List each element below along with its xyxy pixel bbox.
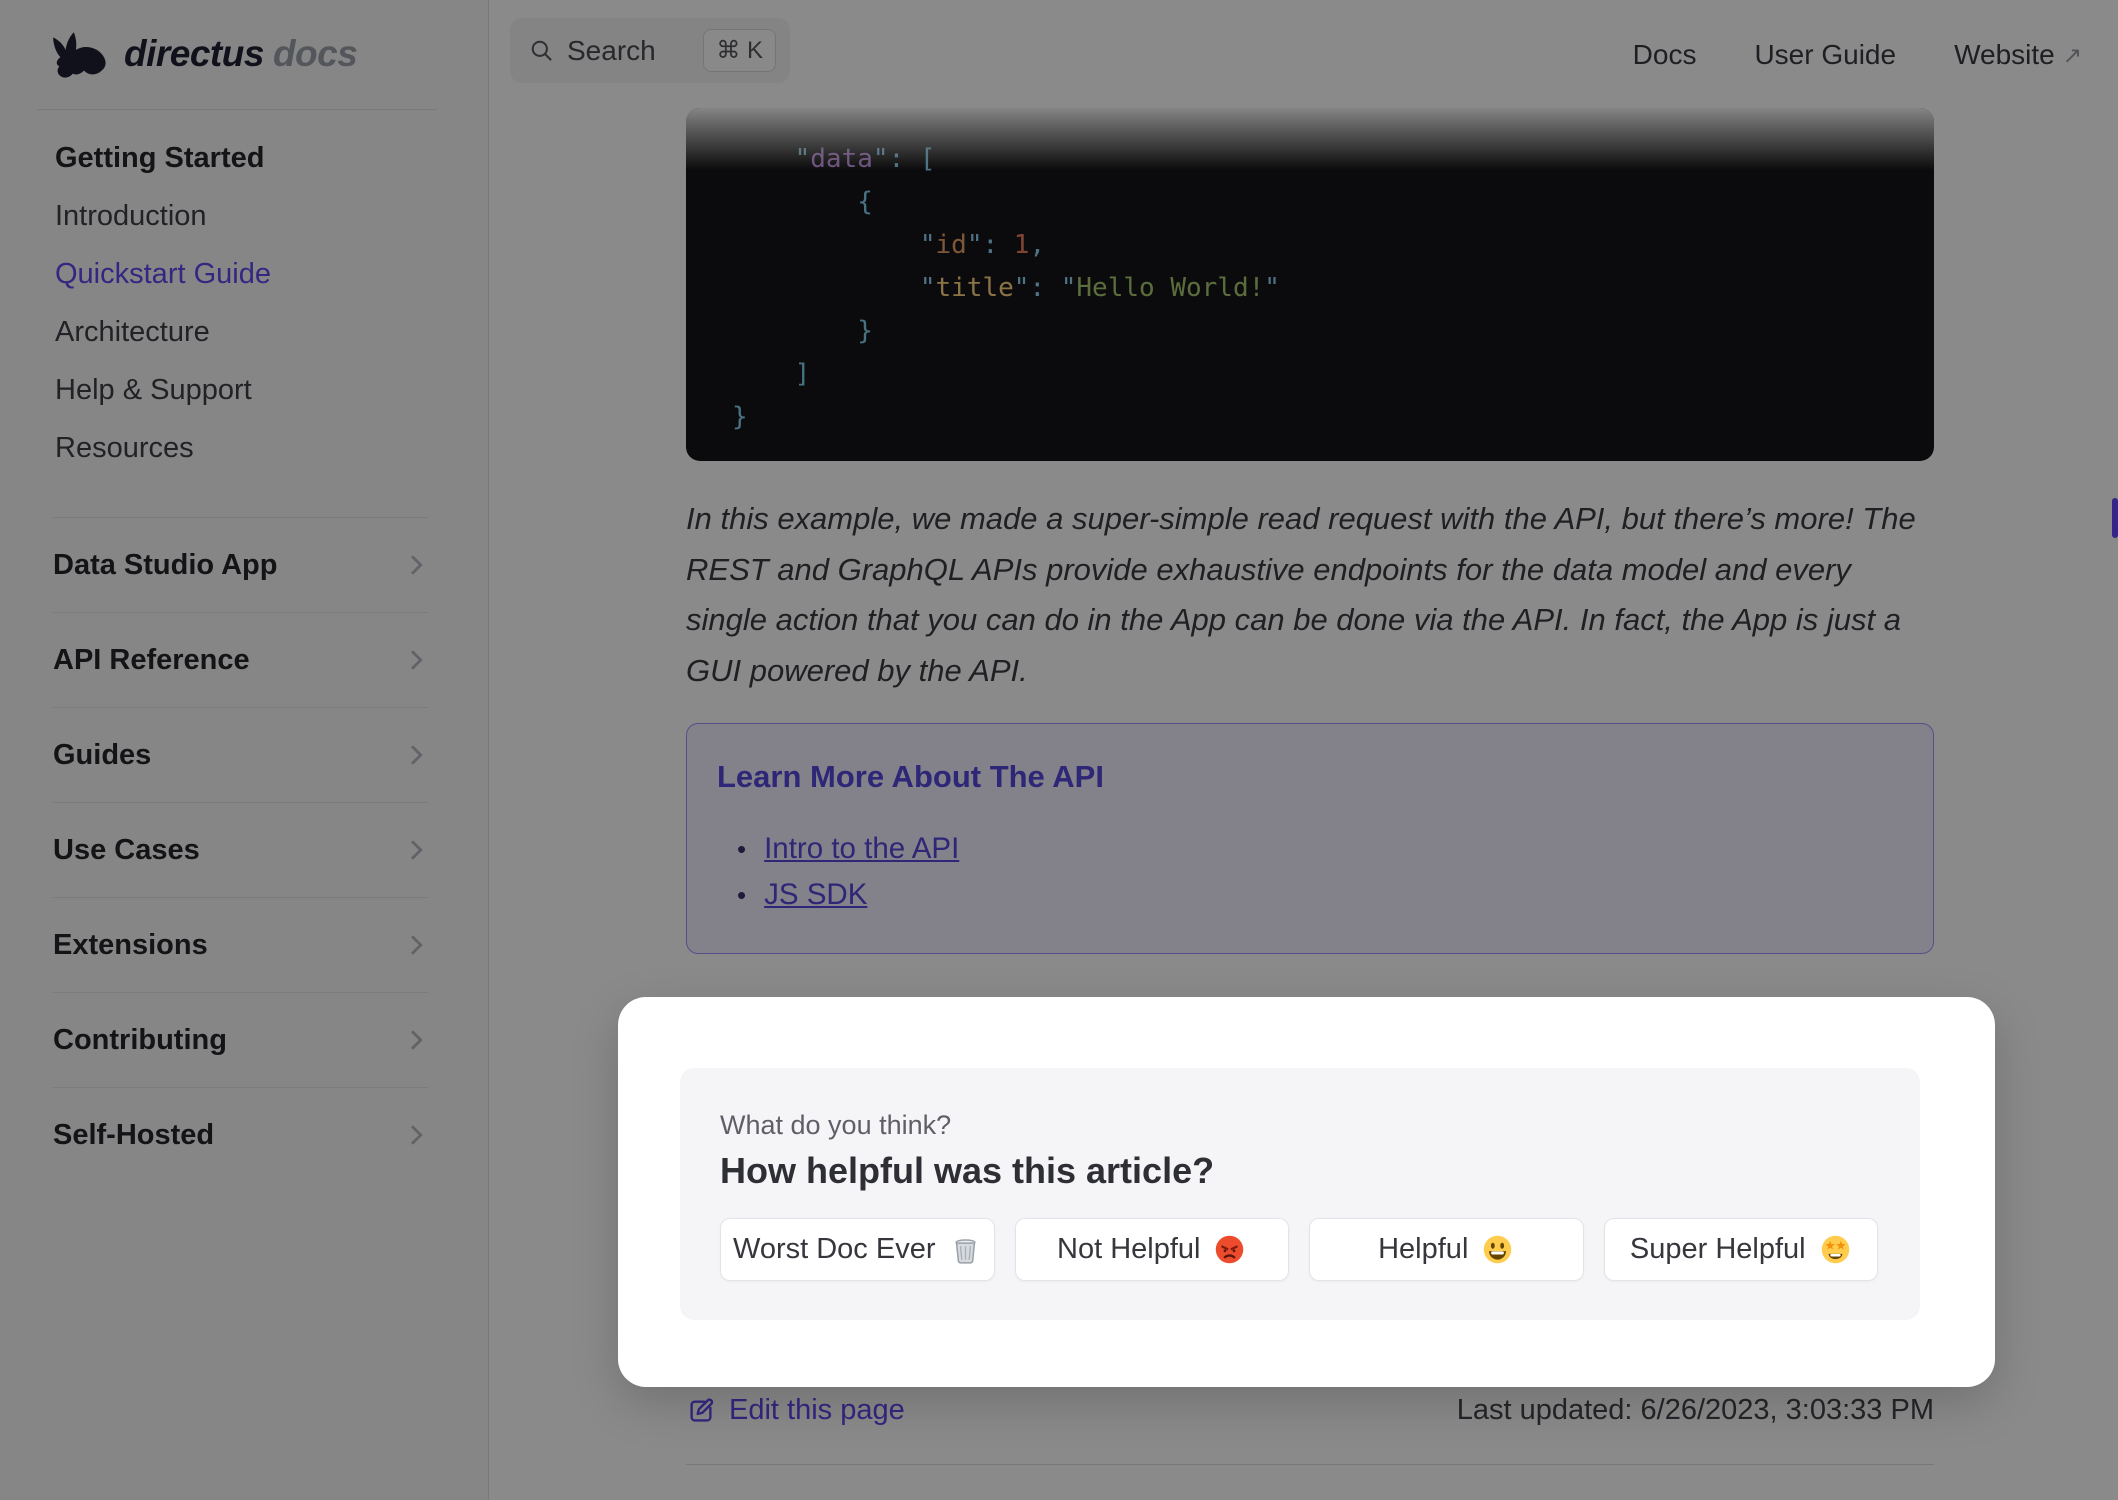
feedback-kicker: What do you think?: [720, 1110, 952, 1140]
feedback-card: What do you think? How helpful was this …: [680, 1068, 1920, 1320]
enraged-face-emoji-icon: [1216, 1235, 1244, 1264]
last-updated-text: Last updated: 6/26/2023, 3:03:33 PM: [1456, 1394, 1934, 1426]
search-icon: [531, 40, 552, 61]
external-link-icon: ↗: [2062, 41, 2082, 68]
sidebar-section-data-studio-app[interactable]: Data Studio App: [53, 517, 428, 612]
sidebar-section-label: Contributing: [53, 1023, 227, 1056]
sidebar-item-quickstart-guide[interactable]: Quickstart Guide: [0, 245, 489, 303]
feedback-button-label: Helpful: [1378, 1233, 1469, 1265]
feedback-button-super-helpful[interactable]: Super Helpful: [1603, 1218, 1878, 1281]
edit-this-page-label: Edit this page: [729, 1394, 905, 1426]
list-item: • Intro to the API: [717, 826, 1903, 872]
sidebar-section-use-cases[interactable]: Use Cases: [53, 802, 428, 897]
link-intro-to-the-api[interactable]: Intro to the API: [764, 826, 959, 871]
feedback-button-helpful[interactable]: Helpful: [1309, 1218, 1584, 1281]
sidebar-section-contributing[interactable]: Contributing: [53, 992, 428, 1087]
nav-link-website-label: Website: [1954, 39, 2055, 70]
feedback-spotlight-panel: What do you think? How helpful was this …: [618, 997, 1995, 1387]
feedback-question: How helpful was this article?: [720, 1150, 1215, 1191]
top-navigation: Docs User Guide Website ↗: [1633, 0, 2082, 110]
list-item: • JS SDK: [717, 872, 1903, 918]
logo-brand-suffix: docs: [272, 33, 358, 74]
grinning-face-emoji-icon: [1484, 1235, 1512, 1264]
logo-wordmark: directus docs: [124, 33, 358, 75]
sidebar-section-extensions[interactable]: Extensions: [53, 897, 428, 992]
sidebar-section-label: Self-Hosted: [53, 1118, 215, 1151]
info-box-link-list: • Intro to the API • JS SDK: [717, 826, 1903, 918]
chevron-right-icon: [403, 1125, 423, 1145]
chevron-right-icon: [403, 745, 423, 765]
bullet-marker: •: [737, 880, 747, 910]
search-shortcut-badge: ⌘ K: [703, 29, 776, 72]
feedback-button-label: Not Helpful: [1057, 1233, 1201, 1265]
chevron-right-icon: [403, 650, 423, 670]
sidebar-section-label: API Reference: [53, 643, 250, 676]
chevron-right-icon: [403, 935, 423, 955]
learn-more-info-box: Learn More About The API • Intro to the …: [686, 723, 1934, 954]
sidebar-item-resources[interactable]: Resources: [0, 419, 489, 477]
feedback-options-row: Worst Doc Ever Not Helpful Helpful Super…: [720, 1218, 1878, 1281]
sidebar-item-help-support[interactable]: Help & Support: [0, 361, 489, 419]
footer-divider: [686, 1464, 1934, 1465]
info-box-title: Learn More About The API: [717, 759, 1104, 794]
feedback-button-label: Super Helpful: [1629, 1233, 1806, 1265]
sidebar-section-guides[interactable]: Guides: [53, 707, 428, 802]
search-button[interactable]: Search ⌘ K: [510, 18, 790, 83]
edit-this-page-link[interactable]: Edit this page: [686, 1394, 905, 1427]
sidebar-item-introduction[interactable]: Introduction: [0, 187, 489, 245]
nav-link-user-guide[interactable]: User Guide: [1754, 39, 1896, 71]
article-paragraph: In this example, we made a super-simple …: [686, 501, 1916, 688]
feedback-button-not-helpful[interactable]: Not Helpful: [1014, 1218, 1289, 1281]
code-block-json-response: "data": [ { "id": 1, "title": "Hello Wor…: [686, 108, 1934, 461]
chevron-right-icon: [403, 1030, 423, 1050]
chevron-right-icon: [403, 555, 423, 575]
sidebar-item-architecture[interactable]: Architecture: [0, 303, 489, 361]
edit-pencil-icon: [690, 1397, 714, 1422]
star-struck-emoji-icon: [1821, 1235, 1849, 1264]
logo-brand-name: directus: [124, 33, 264, 74]
logo[interactable]: directus docs: [48, 16, 358, 92]
page-footer-meta: Edit this page Last updated: 6/26/2023, …: [686, 1394, 1934, 1427]
link-js-sdk[interactable]: JS SDK: [764, 872, 867, 917]
sidebar-sections: Data Studio App API Reference Guides Use…: [53, 517, 428, 1182]
sidebar-section-api-reference[interactable]: API Reference: [53, 612, 428, 707]
code-content: "data": [ { "id": 1, "title": "Hello Wor…: [732, 144, 1280, 432]
sidebar-section-label: Data Studio App: [53, 548, 278, 581]
search-label: Search: [567, 34, 656, 66]
sidebar-section-label: Extensions: [53, 928, 208, 961]
nav-link-website[interactable]: Website ↗: [1954, 39, 2082, 71]
sidebar: directus docs Getting Started Introductio…: [0, 0, 489, 1500]
wastebasket-emoji-icon: [954, 1239, 976, 1264]
sidebar-nav: Getting Started Introduction Quickstart …: [0, 129, 489, 477]
sidebar-section-label: Use Cases: [53, 833, 200, 866]
sidebar-section-label: Guides: [53, 738, 152, 771]
sidebar-section-self-hosted[interactable]: Self-Hosted: [53, 1087, 428, 1182]
scrollbar-thumb[interactable]: [2112, 498, 2118, 538]
nav-link-docs[interactable]: Docs: [1633, 39, 1697, 71]
sidebar-item-getting-started[interactable]: Getting Started: [0, 129, 489, 187]
directus-rabbit-icon: [53, 32, 106, 78]
chevron-right-icon: [403, 840, 423, 860]
sidebar-logo-divider: [37, 109, 437, 110]
feedback-button-worst-doc-ever[interactable]: Worst Doc Ever: [720, 1218, 995, 1281]
bullet-marker: •: [737, 834, 747, 864]
feedback-button-label: Worst Doc Ever: [732, 1233, 936, 1265]
